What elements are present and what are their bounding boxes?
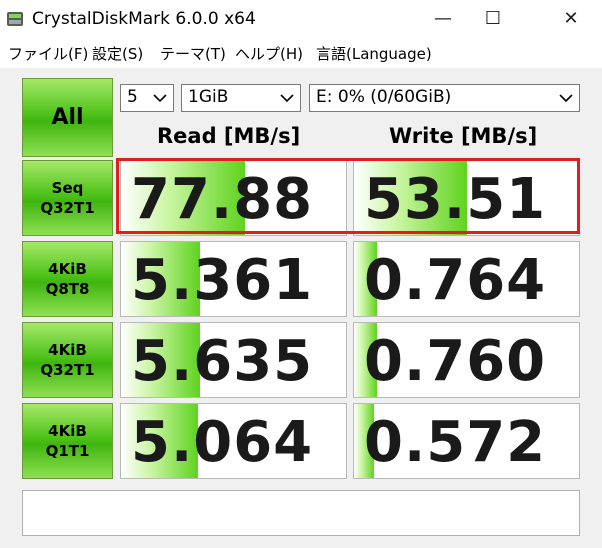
4kib-q1t1-button[interactable]: 4KiB Q1T1 — [22, 403, 113, 479]
test-name-line1: 4KiB — [48, 341, 87, 359]
read-header: Read [MB/s] — [157, 124, 301, 148]
chevron-down-icon — [280, 94, 294, 103]
read-value: 5.635 — [131, 329, 314, 394]
4kib-q8t8-button[interactable]: 4KiB Q8T8 — [22, 241, 113, 317]
4kib-q32t1-button[interactable]: 4KiB Q32T1 — [22, 322, 113, 398]
menu-bar: ファイル(F) 設定(S) テーマ(T) ヘルプ(H) 言語(Language) — [0, 40, 602, 68]
highlight-box — [116, 158, 580, 234]
count-value: 5 — [127, 87, 138, 107]
test-name-line2: Q8T8 — [45, 280, 90, 298]
maximize-button[interactable]: ☐ — [470, 0, 516, 40]
chevron-down-icon — [559, 94, 573, 103]
test-name-line1: 4KiB — [48, 422, 87, 440]
write-value: 0.760 — [364, 329, 547, 394]
menu-settings[interactable]: 設定(S) — [92, 43, 143, 64]
test-name-line2: Q1T1 — [45, 442, 90, 460]
test-name-line2: Q32T1 — [40, 361, 95, 379]
read-value: 5.064 — [131, 410, 314, 475]
menu-help[interactable]: ヘルプ(H) — [235, 43, 303, 64]
window-title: CrystalDiskMark 6.0.0 x64 — [32, 9, 256, 29]
4kib-q1t1-write-cell: 0.572 — [353, 403, 580, 479]
4kib-q32t1-read-cell: 5.635 — [120, 322, 347, 398]
write-value: 0.764 — [364, 248, 547, 313]
chevron-down-icon — [153, 94, 167, 103]
drive-value: E: 0% (0/60GiB) — [316, 87, 452, 107]
close-button[interactable]: ✕ — [548, 0, 594, 40]
comment-field[interactable] — [22, 490, 580, 536]
title-bar: CrystalDiskMark 6.0.0 x64 — ☐ ✕ — [0, 0, 602, 40]
test-name-line1: Seq — [51, 179, 84, 197]
count-select[interactable]: 5 — [120, 84, 174, 112]
4kib-q32t1-write-cell: 0.760 — [353, 322, 580, 398]
test-name-line1: 4KiB — [48, 260, 87, 278]
4kib-q1t1-read-cell: 5.064 — [120, 403, 347, 479]
menu-language[interactable]: 言語(Language) — [316, 43, 432, 64]
size-value: 1GiB — [188, 87, 229, 107]
drive-select[interactable]: E: 0% (0/60GiB) — [309, 84, 580, 112]
read-value: 5.361 — [131, 248, 314, 313]
4kib-q8t8-write-cell: 0.764 — [353, 241, 580, 317]
4kib-q8t8-read-cell: 5.361 — [120, 241, 347, 317]
test-name-line2: Q32T1 — [40, 199, 95, 217]
menu-file[interactable]: ファイル(F) — [8, 43, 88, 64]
write-value: 0.572 — [364, 410, 547, 475]
seq-q32t1-button[interactable]: Seq Q32T1 — [22, 160, 113, 236]
all-button[interactable]: All — [22, 78, 113, 157]
app-icon — [7, 12, 23, 26]
size-select[interactable]: 1GiB — [181, 84, 301, 112]
minimize-button[interactable]: — — [420, 0, 466, 40]
menu-theme[interactable]: テーマ(T) — [160, 43, 226, 64]
write-header: Write [MB/s] — [389, 124, 538, 148]
